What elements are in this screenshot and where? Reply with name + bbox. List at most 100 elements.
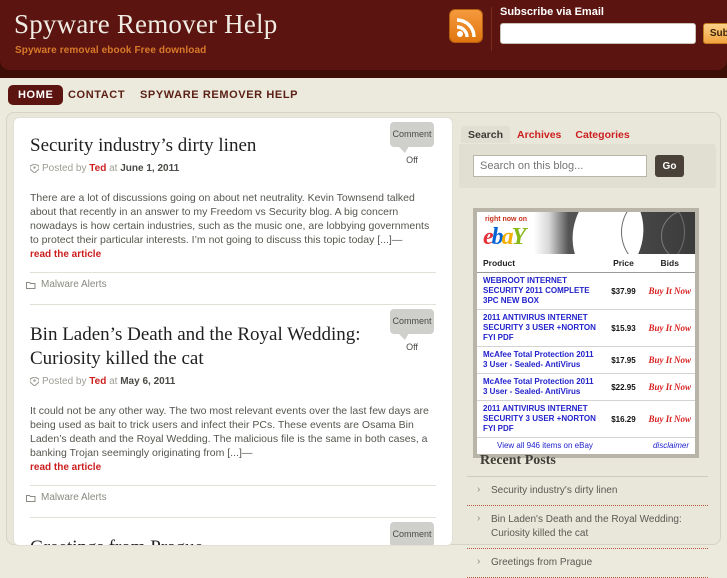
post-date: May 6, 2011 [120,376,176,387]
comment-badge[interactable]: Comment Off [388,122,436,165]
subscribe-label: Subscribe via Email [500,6,604,18]
recent-posts-widget: Recent Posts › Security industry's dirty… [459,453,716,578]
main-content: Comment Off Security industry’s dirty li… [13,117,453,546]
site-title: Spyware Remover Help [14,9,278,39]
list-item[interactable]: › Greetings from Prague [467,549,708,578]
post-author[interactable]: Ted [89,376,106,387]
product-price: $17.95 [602,346,642,374]
divider [491,7,492,51]
product-name[interactable]: McAfee Total Protection 2011 3 User - Se… [477,346,603,374]
column-price: Price [602,254,642,273]
category-link[interactable]: Malware Alerts [41,492,107,503]
banner-ring [661,212,695,254]
column-bids: Bids [641,254,695,273]
product-price: $22.95 [602,373,642,401]
tab-categories[interactable]: Categories [568,126,636,143]
view-all-link[interactable]: View all 946 items on eBay [483,441,593,450]
comment-badge[interactable]: Comment Off [388,522,436,545]
recent-posts-title: Recent Posts [467,453,708,477]
ebay-widget: right now on ebaY Product Price Bids WEB… [473,208,699,458]
table-row[interactable]: McAfee Total Protection 2011 3 User - Se… [477,346,695,374]
post-article: Comment Off Security industry’s dirty li… [14,118,452,260]
recent-post-link[interactable]: Bin Laden's Death and the Royal Wedding:… [491,514,682,539]
list-item[interactable]: › Bin Laden's Death and the Royal Weddin… [467,506,708,549]
nav-item-home[interactable]: HOME [8,85,64,105]
pin-icon [29,163,40,177]
comment-label: Comment [392,129,432,139]
post-categories: Malware Alerts [14,273,452,292]
product-name[interactable]: 2011 ANTIVIRUS INTERNET SECURITY 3 USER … [477,400,603,438]
post-meta: Posted by Ted at June 1, 2011 [29,162,436,177]
comment-bubble-icon: Comment [390,122,434,153]
ebay-banner: right now on ebaY [477,212,695,254]
disclaimer-link[interactable]: disclaimer [653,441,689,450]
chevron-right-icon: › [477,484,481,495]
meta-prefix: Posted by [42,376,87,387]
ebay-logo: ebaY [483,224,526,250]
search-go-button[interactable]: Go [655,155,684,177]
post-date: June 1, 2011 [120,163,180,174]
post-author[interactable]: Ted [89,163,106,174]
product-price: $15.93 [602,309,642,347]
read-more-link[interactable]: read the article [30,249,436,260]
buy-it-now-button[interactable]: Buy It Now [641,400,695,438]
subscribe-widget: Subscribe via Email Subscribe [449,5,727,53]
site-tagline: Spyware removal ebook Free download [15,45,207,56]
search-widget: Search Archives Categories Go [459,126,716,188]
comment-bubble-icon: Comment [390,309,434,340]
header-banner: Spyware Remover Help Spyware removal ebo… [0,0,727,70]
product-name[interactable]: 2011 ANTIVIRUS INTERNET SECURITY 3 USER … [477,309,603,347]
comment-label: Comment [392,529,432,539]
post-title[interactable]: Bin Laden’s Death and the Royal Wedding:… [30,323,436,371]
category-link[interactable]: Malware Alerts [41,279,107,290]
page-canvas: Comment Off Security industry’s dirty li… [6,112,721,578]
nav-item-spyware-remover-help[interactable]: SPYWARE REMOVER HELP [130,85,308,105]
table-header-row: Product Price Bids [477,254,695,273]
ebay-kicker: right now on [485,216,527,223]
chevron-right-icon: › [477,556,481,567]
meta-prefix: Posted by [42,163,87,174]
product-name[interactable]: McAfee Total Protection 2011 3 User - Se… [477,373,603,401]
comment-badge[interactable]: Comment Off [388,309,436,352]
comment-label: Comment [392,316,432,326]
table-row[interactable]: 2011 ANTIVIRUS INTERNET SECURITY 3 USER … [477,309,695,347]
table-row[interactable]: McAfee Total Protection 2011 3 User - Se… [477,373,695,401]
post-categories: Malware Alerts [14,486,452,505]
product-name[interactable]: WEBROOT INTERNET SECURITY 2011 COMPLETE … [477,272,603,310]
tab-archives[interactable]: Archives [510,126,568,143]
nav-item-contact[interactable]: CONTACT [58,85,135,105]
buy-it-now-button[interactable]: Buy It Now [641,272,695,310]
buy-it-now-button[interactable]: Buy It Now [641,309,695,347]
subscribe-email-input[interactable] [500,23,696,44]
buy-it-now-button[interactable]: Buy It Now [641,373,695,401]
buy-it-now-button[interactable]: Buy It Now [641,346,695,374]
recent-post-link[interactable]: Greetings from Prague [491,557,592,568]
main-nav: HOME CONTACT SPYWARE REMOVER HELP [0,78,727,112]
list-item[interactable]: › Security industry's dirty linen [467,477,708,506]
column-product: Product [477,254,603,273]
meta-at: at [109,163,118,174]
meta-at: at [109,376,118,387]
tab-search[interactable]: Search [461,126,511,143]
read-more-link[interactable]: read the article [30,462,436,473]
recent-post-link[interactable]: Security industry's dirty linen [491,485,617,496]
pin-icon [29,376,40,390]
comment-state: Off [406,342,418,352]
ebay-products-table: Product Price Bids WEBROOT INTERNET SECU… [477,254,695,438]
post-excerpt: There are a lot of discussions going on … [30,192,430,246]
folder-icon [26,494,36,505]
table-row[interactable]: WEBROOT INTERNET SECURITY 2011 COMPLETE … [477,272,695,310]
table-row[interactable]: 2011 ANTIVIRUS INTERNET SECURITY 3 USER … [477,400,695,438]
post-article: Comment Off Bin Laden’s Death and the Ro… [14,305,452,473]
search-input[interactable] [473,155,647,177]
product-price: $16.29 [602,400,642,438]
post-title[interactable]: Security industry’s dirty linen [30,134,436,158]
rss-feed-icon[interactable] [449,9,483,43]
search-panel: Go [459,144,716,188]
subscribe-button[interactable]: Subscribe [703,23,727,44]
site-header: Spyware Remover Help Spyware removal ebo… [0,0,727,78]
search-widget-tabs: Search Archives Categories [461,126,637,144]
folder-icon [26,281,36,292]
comment-bubble-icon: Comment [390,522,434,545]
comment-state: Off [406,155,418,165]
